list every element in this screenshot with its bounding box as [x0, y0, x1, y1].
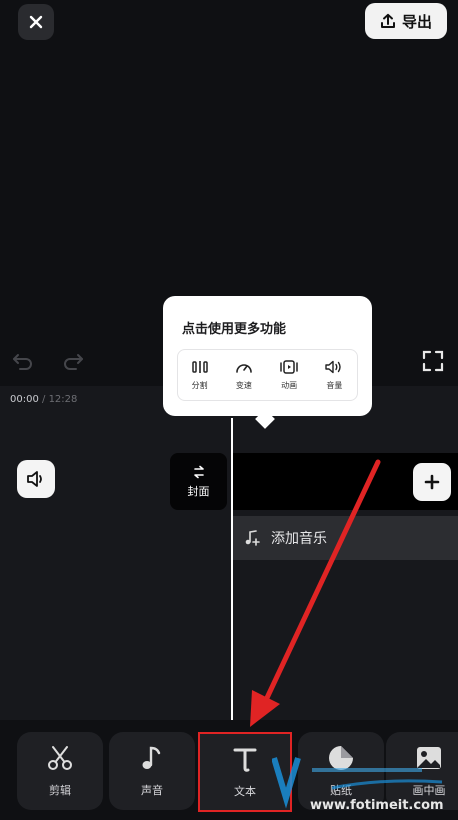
- time-separator: /: [38, 394, 49, 405]
- feature-hint-popup[interactable]: 点击使用更多功能 分割 变速 动画 音量: [163, 296, 372, 429]
- timecode: 00:00 / 12:28: [10, 394, 77, 405]
- popup-item-volume[interactable]: 音量: [325, 360, 343, 391]
- popup-item-label: 分割: [191, 380, 208, 390]
- popup-item-label: 动画: [281, 380, 298, 390]
- fullscreen-icon[interactable]: [422, 350, 444, 372]
- music-note-icon: [142, 746, 161, 769]
- undo-redo-group: [12, 350, 84, 372]
- close-icon: [29, 15, 43, 29]
- music-add-icon: [245, 530, 260, 546]
- cover-button[interactable]: 封面: [170, 453, 227, 510]
- watermark-text: www.fotimeit.com: [310, 798, 444, 813]
- cover-label: 封面: [187, 484, 210, 498]
- split-icon: [191, 360, 208, 373]
- toolbar-item-label: 文本: [234, 785, 256, 798]
- current-time: 00:00: [10, 394, 39, 405]
- add-music-label: 添加音乐: [271, 531, 327, 547]
- scissors-icon: [48, 746, 72, 770]
- total-time: 12:28: [48, 394, 78, 405]
- speaker-icon: [27, 471, 42, 487]
- export-button[interactable]: 导出: [365, 3, 447, 39]
- popup-item-animation[interactable]: 动画: [280, 359, 298, 391]
- mute-toggle-button[interactable]: [17, 460, 55, 498]
- toolbar-item-audio[interactable]: 声音: [109, 732, 195, 810]
- toolbar-item-label: 声音: [141, 784, 163, 797]
- redo-icon[interactable]: [62, 350, 84, 372]
- popup-feature-list: 分割 变速 动画 音量: [177, 349, 358, 401]
- popup-title: 点击使用更多功能: [182, 322, 287, 337]
- animation-icon: [280, 359, 298, 374]
- volume-icon: [325, 360, 342, 373]
- close-button[interactable]: [18, 4, 54, 40]
- toolbar-item-edit[interactable]: 剪辑: [17, 732, 103, 810]
- speed-icon: [236, 363, 252, 373]
- toolbar-item-label: 剪辑: [49, 784, 71, 797]
- add-clip-button[interactable]: [413, 463, 451, 501]
- upload-icon: [380, 13, 395, 28]
- undo-icon[interactable]: [12, 350, 34, 372]
- playhead[interactable]: [231, 418, 233, 730]
- add-music-track[interactable]: 添加音乐: [233, 516, 458, 560]
- swap-icon: [193, 465, 204, 478]
- video-preview[interactable]: [0, 44, 458, 334]
- plus-icon: [424, 474, 440, 490]
- export-label: 导出: [401, 12, 432, 31]
- text-icon: [233, 748, 257, 772]
- popup-item-label: 音量: [326, 380, 343, 390]
- popup-item-speed[interactable]: 变速: [235, 360, 253, 391]
- popup-item-label: 变速: [235, 380, 252, 390]
- popup-item-split[interactable]: 分割: [192, 360, 208, 391]
